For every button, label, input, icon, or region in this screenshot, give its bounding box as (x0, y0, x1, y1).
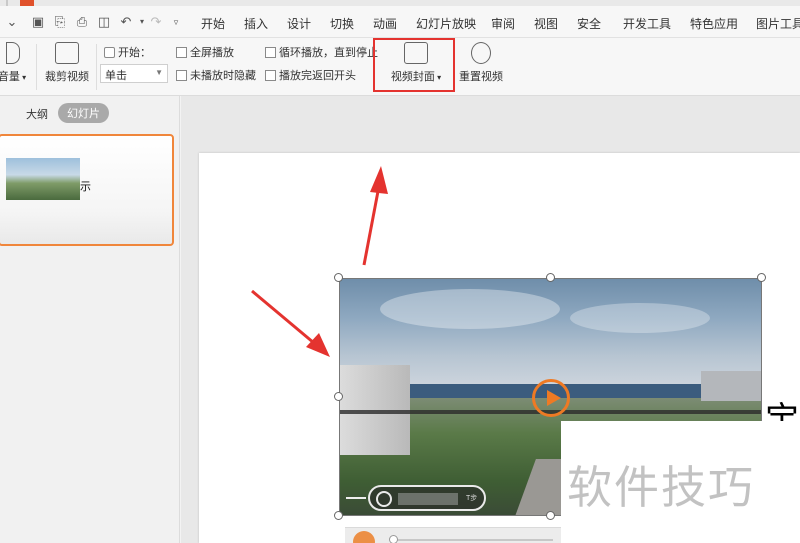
tab-special-apps[interactable]: 特色应用 (690, 15, 738, 32)
tab-design[interactable]: 设计 (287, 15, 311, 32)
resize-handle-nw[interactable] (334, 273, 343, 282)
tab-security[interactable]: 安全 (577, 15, 601, 32)
ribbon-divider (96, 44, 97, 90)
chevron-down-icon[interactable]: ⌄ (4, 14, 20, 30)
checkbox-box (176, 70, 187, 81)
video-cloud (570, 303, 710, 333)
hide-when-not-playing-checkbox[interactable]: 未播放时隐藏 (176, 67, 256, 83)
tab-review[interactable]: 审阅 (491, 15, 515, 32)
tab-transitions[interactable]: 切换 (330, 15, 354, 32)
video-overlay-badge: T步 (368, 485, 486, 511)
print-icon[interactable]: ⎙ (74, 14, 90, 30)
tab-view[interactable]: 视图 (534, 15, 558, 32)
tab-picture-tools[interactable]: 图片工具 (756, 15, 800, 32)
start-label: 开始： (118, 47, 151, 59)
play-icon[interactable] (532, 379, 570, 417)
tab-insert[interactable]: 插入 (244, 15, 268, 32)
resize-handle-sw[interactable] (334, 511, 343, 520)
start-mode-select[interactable]: 单击 ▼ (100, 64, 168, 83)
resize-handle-n[interactable] (546, 273, 555, 282)
hide-when-not-playing-label: 未播放时隐藏 (190, 70, 256, 82)
blurred-text (398, 493, 458, 505)
thumbnail-title: 示 (80, 181, 91, 193)
video-cloud (380, 289, 560, 329)
reset-video-label: 重置视频 (459, 71, 503, 83)
reset-video-button[interactable]: 重置视频 (458, 42, 504, 84)
video-player-bar (345, 527, 561, 543)
rewind-checkbox[interactable]: 播放完返回开头 (265, 67, 356, 83)
player-progress-track[interactable] (393, 539, 553, 541)
volume-label: 音量 (0, 71, 20, 83)
checkbox-box (176, 47, 187, 58)
watermark-overlay: 软件技巧 (561, 421, 800, 543)
watermark-text: 软件技巧 (567, 461, 756, 514)
start-setting: 开始： (104, 44, 151, 60)
trim-video-button[interactable]: 裁剪视频 (44, 42, 90, 84)
player-progress-knob[interactable] (389, 535, 398, 543)
video-overlay-line (346, 497, 366, 499)
tab-outline[interactable]: 大纲 (26, 106, 48, 122)
fullscreen-label: 全屏播放 (190, 47, 234, 59)
slide-panel: 大纲 幻灯片 示 (0, 96, 180, 543)
tab-start[interactable]: 开始 (201, 15, 225, 32)
slide-thumbnail[interactable]: 示 (0, 134, 174, 246)
trim-video-label: 裁剪视频 (45, 71, 89, 83)
loop-checkbox[interactable]: 循环播放，直到停止 (265, 44, 378, 60)
undo-icon[interactable]: ↶ (118, 14, 134, 30)
video-building-right (701, 371, 761, 401)
tab-animations[interactable]: 动画 (373, 15, 397, 32)
film-icon (55, 42, 79, 64)
overlay-text: T步 (466, 495, 478, 502)
tab-developer-tools[interactable]: 开发工具 (623, 15, 671, 32)
resize-handle-s[interactable] (546, 511, 555, 520)
annotation-highlight-box (373, 38, 455, 92)
thumbnail-image (6, 158, 80, 200)
resize-handle-ne[interactable] (757, 273, 766, 282)
volume-button[interactable]: 音量 ▾ (0, 42, 28, 84)
start-mode-value: 单击 (105, 70, 127, 82)
checkbox-box (265, 47, 276, 58)
chevron-down-icon: ▼ (155, 68, 163, 77)
share-icon[interactable]: ⎘ (52, 14, 68, 30)
speaker-icon (6, 42, 20, 64)
checkbox-box (265, 70, 276, 81)
save-icon[interactable]: ▣ (30, 14, 46, 30)
redo-icon[interactable]: ↷ (148, 14, 164, 30)
menu-bar: ⌄ ▣ ⎘ ⎙ ◫ ↶ ▾ ↷ ▿ 开始 插入 设计 切换 动画 幻灯片放映 审… (0, 6, 800, 38)
rewind-label: 播放完返回开头 (279, 70, 356, 82)
record-icon (376, 491, 392, 507)
reset-icon (471, 42, 491, 64)
loop-label: 循环播放，直到停止 (279, 47, 378, 59)
customize-toolbar-icon[interactable]: ▿ (168, 14, 184, 30)
tab-slideshow[interactable]: 幻灯片放映 (416, 15, 476, 32)
fullscreen-checkbox[interactable]: 全屏播放 (176, 44, 234, 60)
tab-slides[interactable]: 幻灯片 (58, 103, 109, 123)
clock-icon (104, 47, 115, 58)
player-play-button[interactable] (353, 531, 375, 543)
resize-handle-w[interactable] (334, 392, 343, 401)
print-preview-icon[interactable]: ◫ (96, 14, 112, 30)
ribbon-divider (36, 44, 37, 90)
